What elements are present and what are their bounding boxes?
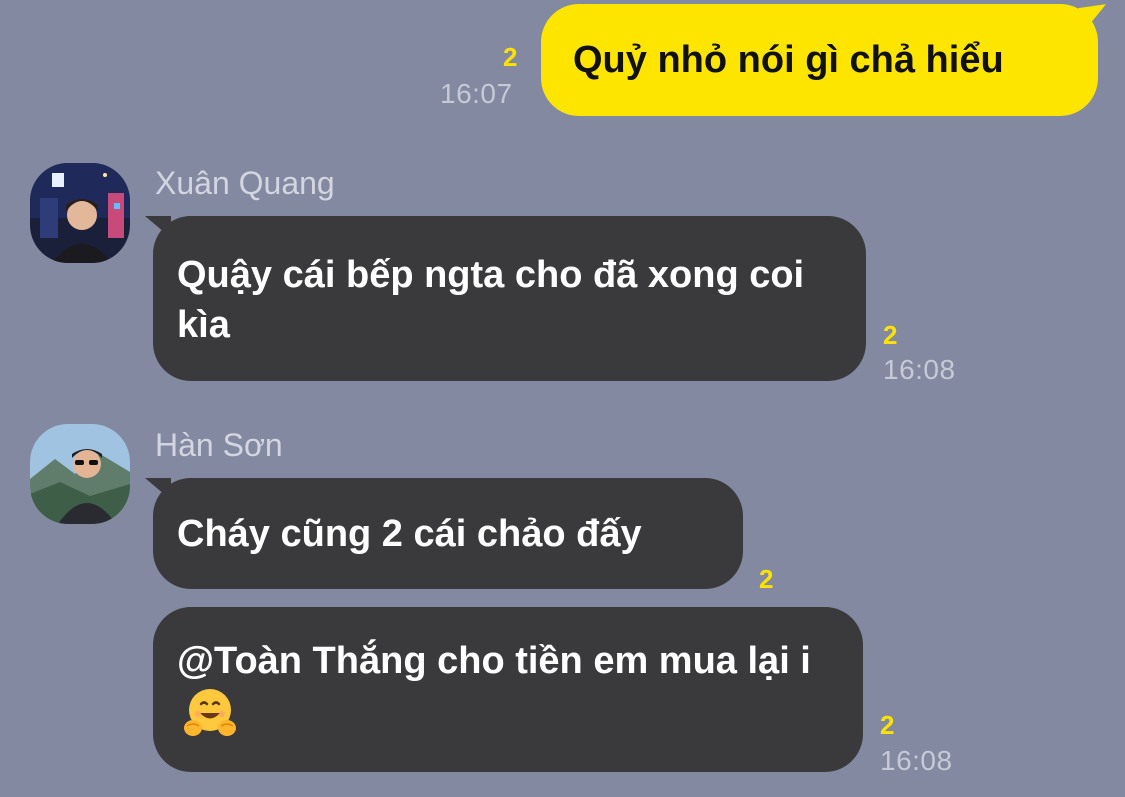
avatar-xuan-quang[interactable] [30, 163, 130, 263]
hugging-face-emoji [183, 686, 237, 740]
incoming-message-bubble[interactable]: Quậy cái bếp ngta cho đã xong coi kìa [153, 216, 866, 381]
message-text: Cháy cũng 2 cái chảo đấy [177, 512, 642, 555]
sender-name: Hàn Sơn [155, 427, 283, 463]
incoming-message-bubble[interactable]: @Toàn Thắng cho tiền em mua lại i [153, 607, 863, 772]
message-text-content: @Toàn Thắng cho tiền em mua lại i [177, 640, 811, 682]
message-time: 16:07 [440, 78, 513, 109]
message-text: Quậy cái bếp ngta cho đã xong coi kìa [177, 253, 805, 346]
message-time: 16:08 [880, 745, 953, 776]
outgoing-message-bubble[interactable]: Quỷ nhỏ nói gì chả hiểu [541, 4, 1098, 116]
message-time: 16:08 [883, 354, 956, 385]
message-text: @Toàn Thắng cho tiền em mua lại i [177, 636, 839, 743]
sender-name: Xuân Quang [155, 165, 335, 201]
incoming-message-bubble[interactable]: Cháy cũng 2 cái chảo đấy [153, 478, 743, 589]
unread-count: 2 [883, 320, 898, 350]
unread-count: 2 [880, 710, 895, 740]
message-text: Quỷ nhỏ nói gì chả hiểu [573, 38, 1004, 81]
avatar-han-son[interactable] [30, 424, 130, 524]
unread-count: 2 [759, 564, 774, 594]
unread-count: 2 [503, 42, 518, 72]
